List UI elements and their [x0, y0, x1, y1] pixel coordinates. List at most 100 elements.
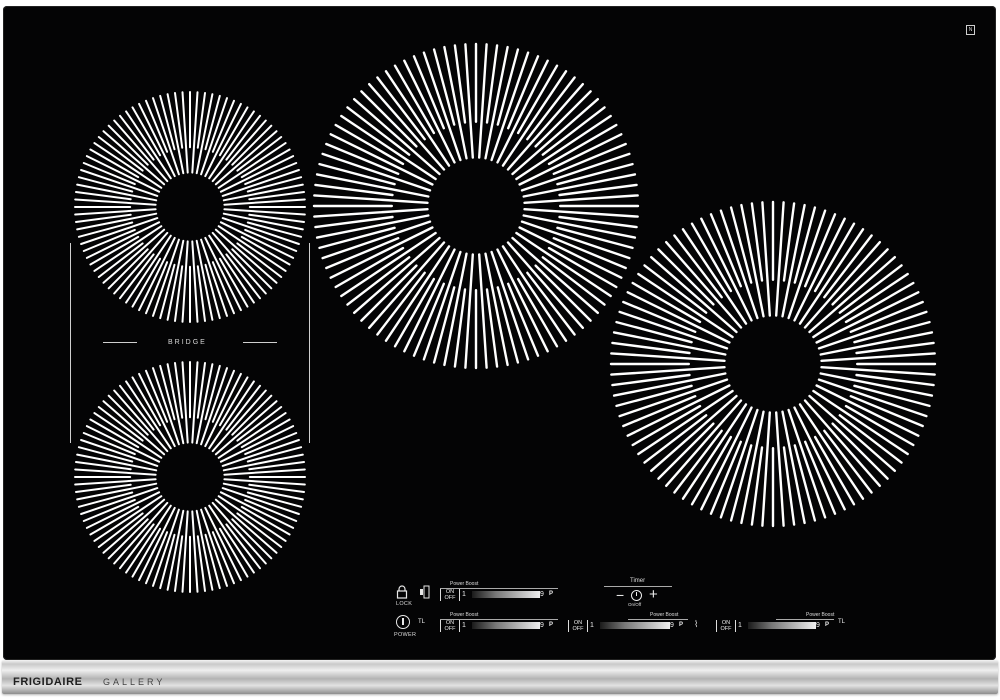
- burner-ray: [223, 478, 306, 486]
- burner-ray: [240, 418, 291, 449]
- tl-indicator-left: TL: [418, 619, 426, 625]
- timer-plus-button[interactable]: +: [649, 587, 658, 602]
- bridge-left-dash: [103, 342, 137, 343]
- bridge-zone-icon[interactable]: [420, 585, 430, 599]
- burner-ray: [520, 152, 631, 192]
- burner-right-front: [609, 200, 937, 528]
- power-boost-label: Power Boost: [806, 612, 835, 618]
- off-label: OFF: [444, 626, 456, 632]
- burner-ray: [422, 51, 462, 162]
- off-label: OFF: [444, 595, 456, 601]
- power-boost-label: Power Boost: [650, 612, 679, 618]
- burner-ray: [218, 376, 249, 427]
- burner-ray: [478, 43, 488, 159]
- burner-ray: [820, 352, 936, 362]
- power-boost-button[interactable]: P: [825, 622, 829, 628]
- lock-icon[interactable]: [396, 585, 408, 599]
- power-boost-button[interactable]: P: [549, 622, 553, 628]
- power-icon[interactable]: [396, 615, 410, 629]
- tl-indicator-right: TL: [838, 619, 846, 625]
- burner-ray: [211, 119, 267, 183]
- burner-ray: [321, 152, 432, 192]
- burner-ray: [89, 148, 140, 179]
- brand-line: GALLERY: [103, 677, 166, 687]
- burner-ray: [631, 404, 702, 447]
- burner-ray: [368, 82, 446, 171]
- off-label: OFF: [720, 626, 732, 632]
- burner-center-rear: [312, 42, 640, 370]
- level-min: 1: [462, 622, 466, 629]
- zone-onoff-button[interactable]: ON OFF: [568, 620, 588, 632]
- zone-control-rear-left: Power Boost ON OFF 1 9 P: [440, 581, 558, 601]
- burner-ray: [102, 228, 166, 284]
- burner-ray: [803, 399, 881, 487]
- heat-slider[interactable]: [472, 591, 540, 598]
- burner-ray: [787, 209, 827, 320]
- level-min: 1: [462, 591, 466, 598]
- burner-ray: [547, 123, 618, 166]
- timer-onoff-label: On/Off: [628, 602, 642, 607]
- burner-ray: [775, 201, 785, 317]
- burner-ray: [223, 208, 306, 216]
- burner-ray: [240, 505, 291, 536]
- burner-left-bottom: [74, 361, 306, 593]
- burner-ray: [191, 361, 199, 444]
- burner-ray: [313, 207, 429, 218]
- burner-ray: [719, 209, 759, 320]
- heat-slider[interactable]: [472, 622, 540, 629]
- burner-ray: [334, 246, 405, 289]
- burner-ray: [74, 208, 157, 216]
- burner-ray: [665, 399, 743, 487]
- heat-slider[interactable]: [748, 622, 816, 629]
- burner-ray: [223, 198, 306, 206]
- burner-ray: [218, 527, 249, 578]
- burner-ray: [353, 236, 441, 314]
- burner-ray: [74, 468, 157, 476]
- burner-ray: [214, 228, 278, 284]
- power-boost-button[interactable]: P: [549, 591, 553, 597]
- burner-ray: [422, 250, 462, 361]
- burner-ray: [464, 43, 474, 159]
- burner-ray: [844, 404, 915, 447]
- bridge-label: BRIDGE: [168, 339, 207, 346]
- burner-ray: [321, 220, 432, 260]
- off-label: OFF: [572, 626, 584, 632]
- zone-onoff-button[interactable]: ON OFF: [440, 620, 460, 632]
- level-max: 9: [540, 622, 544, 629]
- burner-ray: [511, 236, 599, 314]
- burner-ray: [113, 231, 169, 295]
- burner-ray: [211, 501, 267, 565]
- bridge-left-rail: [70, 243, 71, 443]
- power-boost-rule: [628, 619, 688, 620]
- heat-slider[interactable]: [600, 622, 670, 629]
- zone-onoff-button[interactable]: ON OFF: [440, 589, 460, 601]
- power-boost-button[interactable]: P: [679, 622, 683, 628]
- burner-ray: [313, 194, 429, 205]
- burner-ray: [650, 394, 738, 472]
- burner-ray: [511, 97, 599, 176]
- zone-onoff-button[interactable]: ON OFF: [716, 620, 736, 632]
- zone-control-front-left: Power Boost ON OFF 1 9 P: [440, 612, 558, 632]
- burner-ray: [131, 376, 162, 427]
- timer-label: Timer: [630, 578, 646, 584]
- burner-ray: [618, 378, 729, 418]
- timer-power-icon[interactable]: [631, 590, 642, 601]
- burner-ray: [820, 366, 936, 376]
- burner-ray: [610, 366, 726, 376]
- timer-minus-button[interactable]: −: [616, 588, 624, 602]
- burner-ray: [218, 106, 249, 157]
- burner-ray: [631, 281, 702, 324]
- burner-ray: [808, 256, 896, 334]
- burner-ray: [506, 241, 584, 329]
- burner-ray: [665, 240, 743, 329]
- zone-control-right: Power Boost ON OFF 1 9 P: [716, 612, 834, 632]
- burner-ray: [102, 400, 166, 456]
- burner-ray: [817, 378, 928, 418]
- power-boost-rule: [776, 619, 834, 620]
- burner-ray: [393, 64, 436, 135]
- burner-ray: [523, 194, 639, 205]
- burner-ray: [393, 277, 436, 348]
- burner-ray: [610, 352, 726, 362]
- bridge-right-dash: [243, 342, 277, 343]
- burner-ray: [690, 435, 733, 506]
